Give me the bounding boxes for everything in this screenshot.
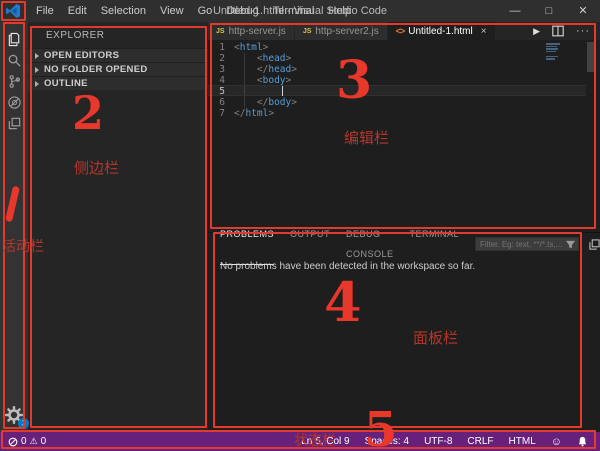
- code-text: [234, 86, 280, 97]
- window-controls: — □ ✕: [498, 0, 600, 22]
- panel-header: PROBLEMSOUTPUTDEBUG CONSOLETERMINAL: [208, 233, 600, 255]
- problems-message: No problems have been detected in the wo…: [220, 261, 475, 272]
- code-text: <body>: [234, 75, 291, 86]
- title-bar: FileEditSelectionViewGoDebugTerminalHelp…: [0, 0, 600, 22]
- menu-terminal[interactable]: Terminal: [266, 0, 322, 22]
- status-bar-right: Ln 5, Col 9 Spaces: 4 UTF-8 CRLF HTML ☺: [301, 436, 600, 448]
- error-count-icon: [8, 437, 18, 447]
- menu-file[interactable]: File: [29, 0, 61, 22]
- warning-count-icon: ⚠: [30, 436, 38, 447]
- code-line[interactable]: 3 </head>: [208, 64, 600, 75]
- error-count: 0: [21, 436, 27, 447]
- code-text: <head>: [234, 53, 291, 64]
- js-file-icon: JS: [216, 28, 225, 35]
- status-item[interactable]: UTF-8: [424, 436, 452, 447]
- more-actions-icon[interactable]: ···: [576, 25, 590, 37]
- settings-badge: 1: [18, 418, 29, 429]
- editor-tab-http-server2.js[interactable]: JShttp-server2.js: [295, 22, 388, 40]
- line-number: 5: [208, 86, 234, 97]
- filter-icon: [565, 239, 576, 250]
- sidebar-explorer: EXPLORER OPEN EDITORSNO FOLDER OPENEDOUT…: [28, 22, 208, 432]
- status-bar: 0 ⚠ 0 Ln 5, Col 9 Spaces: 4 UTF-8 CRLF HTML ☺: [0, 432, 600, 451]
- sidebar-section-open-editors[interactable]: OPEN EDITORS: [28, 48, 208, 62]
- problems-filter-box[interactable]: [475, 237, 579, 251]
- minimize-button[interactable]: —: [498, 0, 532, 22]
- line-number: 1: [208, 42, 234, 53]
- menu-debug[interactable]: Debug: [219, 0, 265, 22]
- sidebar-section-no-folder-opened[interactable]: NO FOLDER OPENED: [28, 62, 208, 76]
- search-icon[interactable]: [2, 50, 26, 71]
- code-text: </html>: [234, 108, 274, 119]
- code-text: </head>: [234, 64, 297, 75]
- status-item[interactable]: HTML: [509, 436, 536, 447]
- source-control-icon[interactable]: [2, 71, 26, 92]
- problems-filter-input[interactable]: [480, 240, 565, 249]
- editor-tab-untitled-1.html[interactable]: <>Untitled-1.html×: [388, 22, 496, 40]
- warning-count: 0: [41, 436, 47, 447]
- js-file-icon: JS: [303, 28, 312, 35]
- code-text: <html>: [234, 42, 268, 53]
- close-tab-icon[interactable]: ×: [481, 26, 487, 37]
- editor-area: JShttp-server.jsJShttp-server2.js<>Untit…: [208, 22, 600, 232]
- close-button[interactable]: ✕: [566, 0, 600, 22]
- html-file-icon: <>: [396, 26, 405, 36]
- code-editor[interactable]: 1<html>2 <head>3 </head>4 <body>5 6 </bo…: [208, 40, 600, 232]
- feedback-smiley-icon[interactable]: ☺: [551, 436, 562, 448]
- menu-edit[interactable]: Edit: [61, 0, 94, 22]
- notifications-bell-icon[interactable]: [577, 436, 588, 447]
- status-item[interactable]: Spaces: 4: [365, 436, 409, 447]
- line-number: 3: [208, 64, 234, 75]
- extensions-icon[interactable]: [2, 113, 26, 134]
- editor-tab-http-server.js[interactable]: JShttp-server.js: [208, 22, 295, 40]
- problems-status[interactable]: 0 ⚠ 0: [0, 436, 46, 447]
- line-number: 6: [208, 97, 234, 108]
- chevron-right-icon: [35, 53, 39, 59]
- editor-scrollbar[interactable]: [587, 42, 594, 72]
- activity-bar: 1: [0, 22, 28, 432]
- sidebar-title: EXPLORER: [28, 22, 208, 48]
- text-cursor: [282, 86, 283, 96]
- sidebar-section-outline[interactable]: OUTLINE: [28, 76, 208, 90]
- code-line[interactable]: 1<html>: [208, 42, 600, 53]
- panel: PROBLEMSOUTPUTDEBUG CONSOLETERMINAL: [208, 232, 600, 432]
- editor-tab-bar: JShttp-server.jsJShttp-server2.js<>Untit…: [208, 22, 600, 40]
- code-line[interactable]: 5: [208, 86, 600, 97]
- vscode-logo-icon: [5, 3, 21, 19]
- code-line[interactable]: 6 </body>: [208, 97, 600, 108]
- explorer-icon[interactable]: [2, 29, 26, 50]
- maximize-button[interactable]: □: [532, 0, 566, 22]
- editor-actions: ▶ ···: [533, 22, 600, 40]
- menu-go[interactable]: Go: [191, 0, 220, 22]
- code-text: </body>: [234, 97, 297, 108]
- menu-bar: FileEditSelectionViewGoDebugTerminalHelp: [29, 0, 358, 22]
- chevron-right-icon: [35, 67, 39, 73]
- status-item[interactable]: Ln 5, Col 9: [301, 436, 349, 447]
- chevron-right-icon: [35, 81, 39, 87]
- split-editor-icon[interactable]: [552, 25, 564, 37]
- status-item[interactable]: CRLF: [467, 436, 493, 447]
- menu-selection[interactable]: Selection: [94, 0, 153, 22]
- line-number: 4: [208, 75, 234, 86]
- run-code-icon[interactable]: ▶: [533, 26, 540, 37]
- vscode-window: FileEditSelectionViewGoDebugTerminalHelp…: [0, 0, 600, 451]
- menu-view[interactable]: View: [153, 0, 191, 22]
- code-line[interactable]: 4 <body>: [208, 75, 600, 86]
- code-line[interactable]: 7</html>: [208, 108, 600, 119]
- menu-help[interactable]: Help: [321, 0, 358, 22]
- line-number: 7: [208, 108, 234, 119]
- debug-icon[interactable]: [2, 92, 26, 113]
- minimap[interactable]: [546, 43, 564, 61]
- restore-panel-icon[interactable]: [589, 239, 600, 250]
- code-line[interactable]: 2 <head>: [208, 53, 600, 64]
- line-number: 2: [208, 53, 234, 64]
- settings-gear-icon[interactable]: 1: [4, 405, 26, 427]
